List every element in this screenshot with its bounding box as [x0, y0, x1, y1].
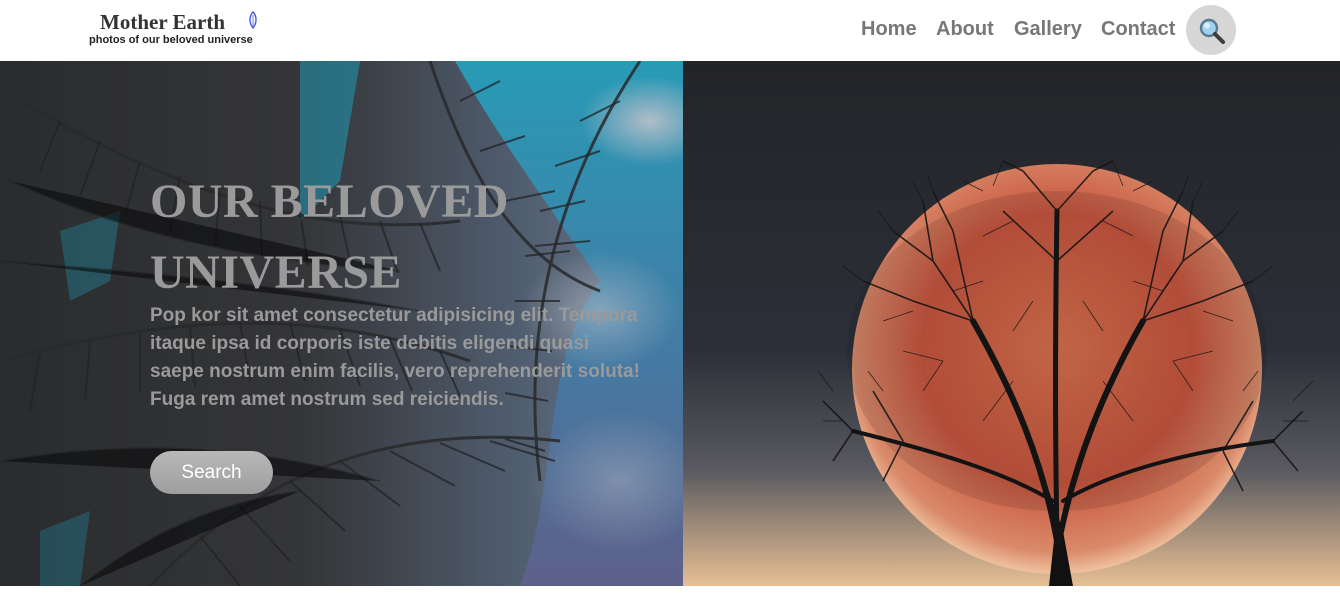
nav-gallery[interactable]: Gallery — [1014, 18, 1082, 44]
magnifying-glass-icon — [1199, 18, 1225, 44]
tree-and-moon-photo — [683, 61, 1340, 586]
logo-subtitle: photos of our beloved universe — [89, 34, 253, 46]
logo[interactable]: Mother Earth photos of our beloved unive… — [89, 10, 279, 52]
site-header: Mother Earth photos of our beloved unive… — [0, 0, 1340, 61]
nav-contact[interactable]: Contact — [1101, 18, 1175, 44]
header-search-button[interactable] — [1186, 5, 1236, 55]
logo-title: Mother Earth — [100, 10, 226, 34]
hero-title: OUR BELOVED UNIVERSE — [150, 175, 509, 299]
leaf-logo-icon — [249, 11, 257, 29]
hero-search-button[interactable]: Search — [150, 451, 273, 494]
nav-home[interactable]: Home — [861, 18, 917, 44]
nav-about[interactable]: About — [936, 18, 994, 44]
hero-description: Pop kor sit amet consectetur adipisicing… — [150, 305, 640, 410]
hero-palm-image: OUR BELOVED UNIVERSE Pop kor sit amet co… — [0, 61, 683, 586]
hero-moon-image — [683, 61, 1340, 586]
